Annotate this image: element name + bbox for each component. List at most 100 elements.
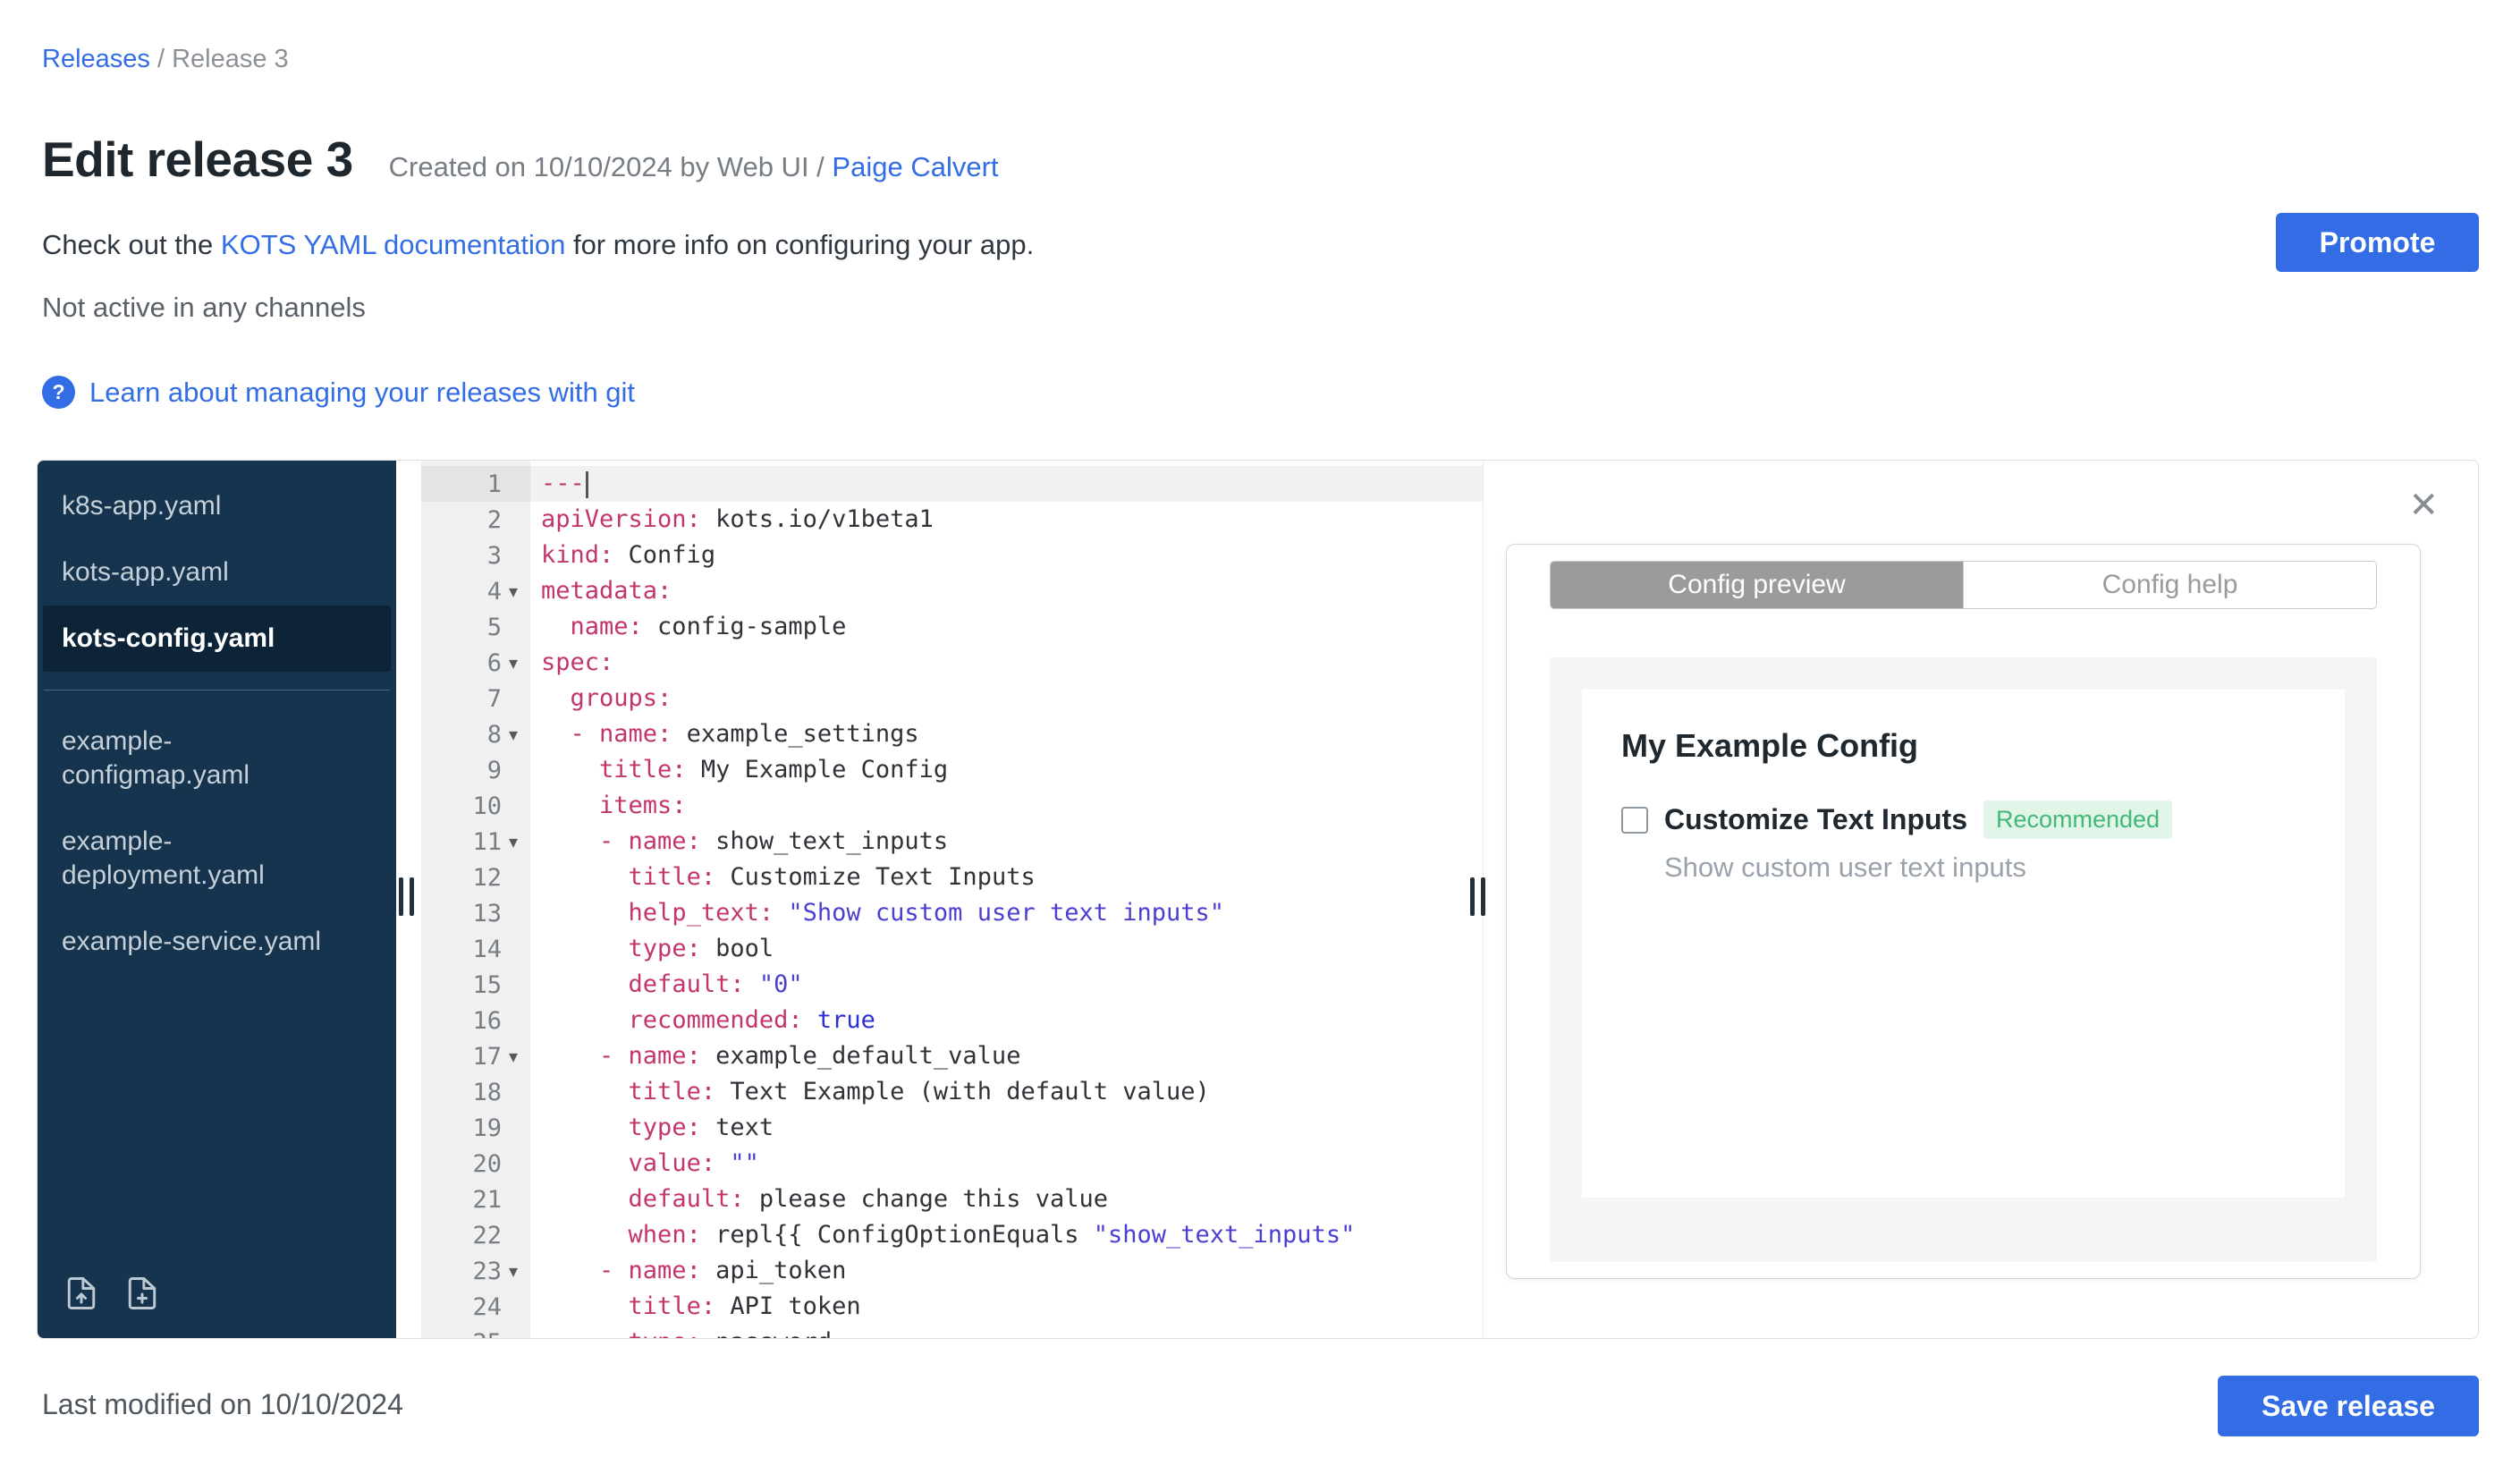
doc-suffix: for more info on configuring your app. xyxy=(572,229,1035,260)
gutter-line-16: 16 xyxy=(472,1006,502,1035)
code-line-13[interactable]: help_text: "Show custom user text inputs… xyxy=(530,895,1483,931)
git-help-label: Learn about managing your releases with … xyxy=(89,376,636,408)
pane-resize-handle[interactable] xyxy=(1470,877,1485,916)
release-editor-page: Releases / Release 3 Edit release 3 Crea… xyxy=(0,0,2520,1474)
fold-arrow-icon[interactable]: ▾ xyxy=(502,580,525,603)
title-row: Edit release 3 Created on 10/10/2024 by … xyxy=(42,131,999,188)
file-item-k8s-app.yaml[interactable]: k8s-app.yaml xyxy=(38,473,396,539)
code-line-11[interactable]: - name: show_text_inputs xyxy=(530,824,1483,860)
config-group-title: My Example Config xyxy=(1621,727,1919,764)
doc-prefix: Check out the xyxy=(42,229,214,260)
tab-config-help[interactable]: Config help xyxy=(1963,562,2376,608)
editor-content[interactable]: --- apiVersion: kots.io/v1beta1 kind: Conf… xyxy=(530,461,1483,1338)
code-line-22[interactable]: when: repl{{ ConfigOptionEquals "show_te… xyxy=(530,1217,1483,1253)
code-editor: 1 2 3 4 ▾ 5 6 ▾ 7 8 ▾ 9 10 11 ▾ 12 13 14 15 16 17 ▾ 18 19 20 21 22… xyxy=(421,461,1483,1338)
gutter-line-7: 7 xyxy=(486,684,502,713)
fold-arrow-icon[interactable]: ▾ xyxy=(502,1260,525,1283)
code-line-3[interactable]: kind: Config xyxy=(530,538,1483,573)
editor-shell: k8s-app.yaml kots-app.yaml kots-config.yam… xyxy=(37,460,2479,1339)
gutter-line-3: 3 xyxy=(486,541,502,570)
gutter-line-2: 2 xyxy=(486,505,502,534)
code-line-12[interactable]: title: Customize Text Inputs xyxy=(530,860,1483,895)
gutter-line-14: 14 xyxy=(472,935,502,963)
fold-arrow-icon[interactable]: ▾ xyxy=(502,1046,525,1068)
code-line-7[interactable]: groups: xyxy=(530,681,1483,716)
breadcrumb-separator: / xyxy=(156,45,165,73)
gutter-line-20: 20 xyxy=(472,1149,502,1178)
code-line-18[interactable]: title: Text Example (with default value) xyxy=(530,1074,1483,1110)
gutter-line-19: 19 xyxy=(472,1114,502,1142)
tab-config-preview[interactable]: Config preview xyxy=(1551,562,1963,608)
gutter-line-18: 18 xyxy=(472,1078,502,1106)
customize-text-inputs-checkbox[interactable] xyxy=(1621,806,1648,834)
file-item-kots-app.yaml[interactable]: kots-app.yaml xyxy=(38,539,396,606)
gutter-line-24: 24 xyxy=(472,1292,502,1321)
question-icon: ? xyxy=(42,376,75,409)
gutter-line-5: 5 xyxy=(486,613,502,641)
page-title: Edit release 3 xyxy=(42,131,353,187)
breadcrumb-current: Release 3 xyxy=(172,45,289,73)
gutter-line-4: 4 ▾ xyxy=(421,573,530,609)
code-line-25[interactable]: type: password xyxy=(530,1325,1483,1338)
breadcrumb-releases-link[interactable]: Releases xyxy=(42,45,150,73)
editor-gutter: 1 2 3 4 ▾ 5 6 ▾ 7 8 ▾ 9 10 11 ▾ 12 13 14 15 16 17 ▾ 18 19 20 21 22… xyxy=(421,461,530,1338)
code-line-6[interactable]: spec: xyxy=(530,645,1483,681)
promote-button[interactable]: Promote xyxy=(2276,213,2479,272)
code-line-5[interactable]: name: config-sample xyxy=(530,609,1483,645)
recommended-badge: Recommended xyxy=(1983,801,2173,839)
import-file-icon[interactable] xyxy=(62,1274,101,1313)
code-line-15[interactable]: default: "0" xyxy=(530,967,1483,1003)
gutter-line-15: 15 xyxy=(472,970,502,999)
fold-arrow-icon[interactable]: ▾ xyxy=(502,831,525,853)
preview-pane: ✕ Config preview Config help My Example C… xyxy=(1483,461,2478,1338)
code-line-24[interactable]: title: API token xyxy=(530,1289,1483,1325)
file-list: k8s-app.yaml kots-app.yaml kots-config.yam… xyxy=(38,473,396,975)
file-item-example-configmap.yaml[interactable]: example-configmap.yaml xyxy=(38,708,396,809)
doc-line: Check out the KOTS YAML documentation fo… xyxy=(42,229,1034,261)
code-line-8[interactable]: - name: example_settings xyxy=(530,716,1483,752)
code-line-20[interactable]: value: "" xyxy=(530,1146,1483,1182)
breadcrumb: Releases / Release 3 xyxy=(42,45,289,74)
file-tree: k8s-app.yaml kots-app.yaml kots-config.yam… xyxy=(38,461,396,1338)
kots-docs-link[interactable]: KOTS YAML documentation xyxy=(221,229,565,260)
code-line-23[interactable]: - name: api_token xyxy=(530,1253,1483,1289)
code-line-16[interactable]: recommended: true xyxy=(530,1003,1483,1038)
gutter-line-17: 17 ▾ xyxy=(421,1038,530,1074)
fold-arrow-icon[interactable]: ▾ xyxy=(502,724,525,746)
code-line-17[interactable]: - name: example_default_value xyxy=(530,1038,1483,1074)
new-file-icon[interactable] xyxy=(123,1274,162,1313)
code-line-21[interactable]: default: please change this value xyxy=(530,1182,1483,1217)
config-item-label: Customize Text Inputs xyxy=(1664,803,1967,835)
gutter-line-23: 23 ▾ xyxy=(421,1253,530,1289)
code-line-1[interactable]: --- xyxy=(530,466,1483,502)
git-help-link[interactable]: ? Learn about managing your releases wit… xyxy=(42,376,635,409)
preview-tabs: Config preview Config help xyxy=(1550,561,2377,609)
code-line-2[interactable]: apiVersion: kots.io/v1beta1 xyxy=(530,502,1483,538)
fold-arrow-icon[interactable]: ▾ xyxy=(502,652,525,674)
file-item-example-service.yaml[interactable]: example-service.yaml xyxy=(38,909,396,975)
code-line-19[interactable]: type: text xyxy=(530,1110,1483,1146)
gutter-line-1: 1 xyxy=(421,466,530,502)
gutter-line-12: 12 xyxy=(472,863,502,892)
code-line-4[interactable]: metadata: xyxy=(530,573,1483,609)
code-line-10[interactable]: items: xyxy=(530,788,1483,824)
config-panel: Config preview Config help My Example Con… xyxy=(1506,544,2421,1279)
code-line-9[interactable]: title: My Example Config xyxy=(530,752,1483,788)
pane-resize-handle[interactable] xyxy=(399,877,414,916)
gutter-line-13: 13 xyxy=(472,899,502,928)
gutter-line-6: 6 ▾ xyxy=(421,645,530,681)
file-tree-actions xyxy=(38,1274,396,1313)
author-link[interactable]: Paige Calvert xyxy=(832,151,998,182)
created-info: Created on 10/10/2024 by Web UI / Paige … xyxy=(389,151,999,183)
created-text: Created on 10/10/2024 by Web UI / xyxy=(388,151,824,182)
text-cursor xyxy=(585,470,588,498)
gutter-line-9: 9 xyxy=(486,756,502,784)
close-icon[interactable]: ✕ xyxy=(2408,487,2439,523)
config-card: My Example Config Customize Text Inputs … xyxy=(1582,690,2345,1198)
gutter-line-22: 22 xyxy=(472,1221,502,1250)
gutter-line-8: 8 ▾ xyxy=(421,716,530,752)
code-line-14[interactable]: type: bool xyxy=(530,931,1483,967)
save-release-button[interactable]: Save release xyxy=(2218,1376,2479,1436)
file-item-example-deployment.yaml[interactable]: example-deployment.yaml xyxy=(38,809,396,909)
file-item-kots-config.yaml[interactable]: kots-config.yaml xyxy=(43,606,391,672)
